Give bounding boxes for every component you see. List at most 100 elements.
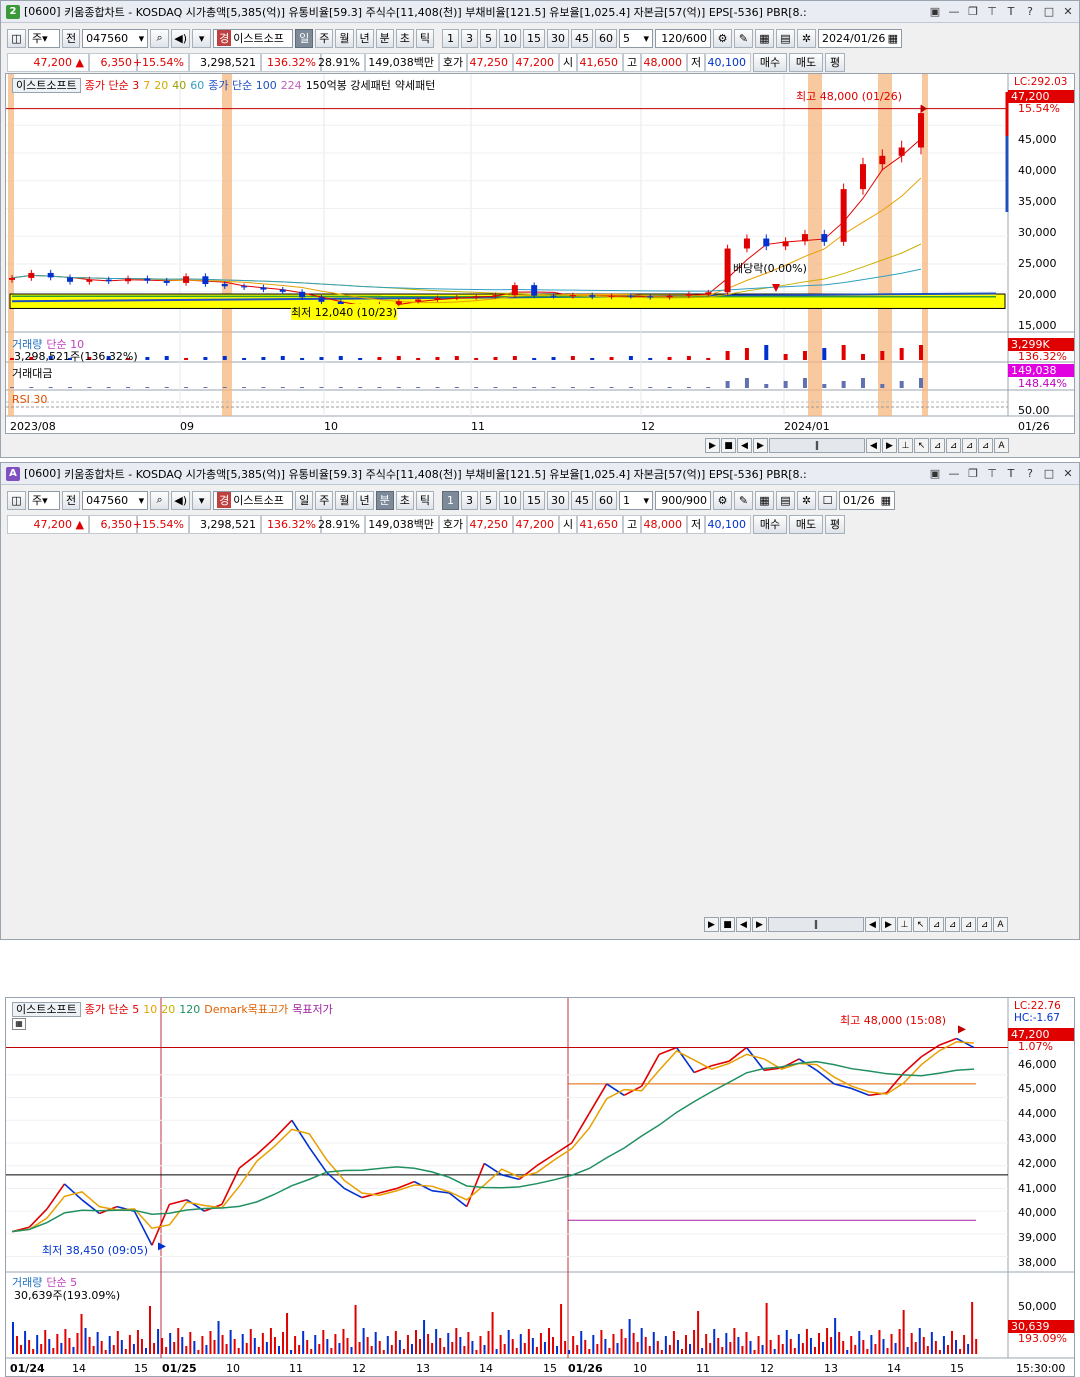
zoom-in-icon[interactable]: ▶ (882, 438, 897, 453)
avg-button[interactable]: 평 (825, 52, 845, 72)
tab-minute[interactable]: 분 (375, 490, 394, 510)
arrow-down-icon[interactable]: ▾ (192, 28, 212, 48)
interval-10[interactable]: 10 (499, 28, 521, 48)
settings-icon[interactable]: ⚙ (713, 490, 732, 510)
amount-label[interactable]: 거래대금 (12, 365, 52, 381)
daily-chart-area[interactable]: 이스트소프트 종가 단순 3 7 20 40 60 종가 단순 100 224 … (5, 73, 1075, 434)
gear-icon[interactable]: ✲ (797, 490, 816, 510)
scrollbar[interactable]: ‖ (769, 438, 865, 453)
help-icon[interactable]: ? (1023, 4, 1037, 19)
legend-ma[interactable]: 종가 단순 5 (85, 1001, 139, 1017)
pin-icon[interactable]: ⊤ (985, 4, 999, 19)
save-icon[interactable]: ▤ (776, 28, 795, 48)
tool-icon[interactable]: ⊿ (962, 438, 977, 453)
interval-30[interactable]: 30 (547, 28, 569, 48)
stock-code-input[interactable]: 047560 ▾ (82, 490, 149, 510)
stop-icon[interactable]: ■ (721, 438, 736, 453)
interval-3[interactable]: 3 (461, 28, 478, 48)
tab-month[interactable]: 월 (335, 490, 354, 510)
forward-icon[interactable]: ▶ (752, 917, 767, 932)
tab-tick[interactable]: 틱 (415, 490, 434, 510)
date-input[interactable]: 2024/01/26 ▦ (818, 28, 902, 48)
interval-1[interactable]: 1 (442, 490, 459, 510)
tab-week[interactable]: 주 (315, 490, 334, 510)
tab-day[interactable]: 일 (295, 28, 314, 48)
tab-year[interactable]: 년 (355, 490, 374, 510)
pin-icon[interactable]: ⊤ (985, 466, 999, 481)
tool-icon[interactable]: ↖ (913, 917, 928, 932)
tab-year[interactable]: 년 (355, 28, 374, 48)
gear-icon[interactable]: ✲ (797, 28, 816, 48)
restore-icon[interactable]: ❐ (966, 466, 980, 481)
tab-day[interactable]: 일 (295, 490, 314, 510)
font-size-icon[interactable]: A (993, 917, 1008, 932)
interval-10[interactable]: 10 (499, 490, 521, 510)
tab-second[interactable]: 초 (395, 490, 414, 510)
rewind-icon[interactable]: ◀ (737, 438, 752, 453)
minute-chart-area[interactable]: 이스트소프트 종가 단순 5 10 20 120 Demark목표고가 목표저가… (5, 997, 1075, 1377)
interval-60[interactable]: 60 (595, 28, 617, 48)
play-icon[interactable]: ▶ (705, 438, 720, 453)
interval-3[interactable]: 3 (461, 490, 478, 510)
zoom-in-icon[interactable]: ▶ (881, 917, 896, 932)
legend-demark-high[interactable]: Demark목표고가 (204, 1001, 288, 1017)
zoom-out-icon[interactable]: ◀ (865, 917, 880, 932)
font-size-icon[interactable]: A (994, 438, 1009, 453)
layout-icon[interactable]: ◫ (7, 28, 26, 48)
sound-icon[interactable]: ◀) (171, 490, 191, 510)
maximize-icon[interactable]: □ (1042, 4, 1056, 19)
minute-chart-svg[interactable] (6, 998, 1075, 1377)
sell-button[interactable]: 매도 (789, 514, 823, 534)
legend-ma[interactable]: 종가 단순 3 (85, 77, 139, 93)
tool-icon[interactable]: ⊿ (961, 917, 976, 932)
legend-ma20[interactable]: 20 (154, 79, 168, 92)
play-icon[interactable]: ▶ (704, 917, 719, 932)
scrollbar[interactable]: ‖ (768, 917, 864, 932)
window-badge[interactable]: A (6, 466, 20, 481)
tool-icon[interactable]: ⊥ (898, 438, 913, 453)
interval-5[interactable]: 5 (480, 490, 497, 510)
prev-button[interactable]: 전 (62, 490, 81, 510)
stock-name-field[interactable]: 경 이스트소프 (213, 490, 294, 510)
legend-ma60[interactable]: 60 (190, 79, 204, 92)
arrow-down-icon[interactable]: ▾ (192, 490, 212, 510)
minimize-icon[interactable]: — (947, 4, 961, 19)
tab-week[interactable]: 주 (315, 28, 334, 48)
legend-pattern-weak[interactable]: 약세패턴 (395, 77, 435, 93)
legend-stock-name[interactable]: 이스트소프트 (12, 77, 81, 93)
daily-chart-svg[interactable] (6, 74, 1075, 434)
legend-ma7[interactable]: 7 (143, 79, 150, 92)
legend-ma120[interactable]: 120 (179, 1003, 200, 1016)
interval-15[interactable]: 15 (523, 28, 545, 48)
legend-demark-low[interactable]: 목표저가 (292, 1001, 332, 1017)
forward-icon[interactable]: ▶ (753, 438, 768, 453)
count-input[interactable]: 120/600 (655, 28, 711, 48)
zoom-out-icon[interactable]: ◀ (866, 438, 881, 453)
interval-select[interactable]: 1 ▾ (619, 490, 653, 510)
minimize-icon[interactable]: — (947, 466, 961, 481)
legend-ma20[interactable]: 20 (161, 1003, 175, 1016)
interval-45[interactable]: 45 (571, 490, 593, 510)
checkbox[interactable]: ☐ (818, 490, 837, 510)
legend-ma10[interactable]: 10 (143, 1003, 157, 1016)
stop-icon[interactable]: ■ (720, 917, 735, 932)
text-icon[interactable]: T (1004, 466, 1018, 481)
window-badge[interactable]: 2 (6, 4, 20, 19)
tab-minute[interactable]: 분 (375, 28, 394, 48)
grid-icon[interactable]: ▦ (755, 28, 774, 48)
lock-icon[interactable]: ▣ (928, 4, 942, 19)
tool-icon[interactable]: ⊥ (897, 917, 912, 932)
stock-name-field[interactable]: 경 이스트소프 (213, 28, 294, 48)
buy-button[interactable]: 매수 (753, 52, 787, 72)
rewind-icon[interactable]: ◀ (736, 917, 751, 932)
tool-icon[interactable]: ⊿ (929, 917, 944, 932)
tool-icon[interactable]: ⊿ (946, 438, 961, 453)
legend-ma40[interactable]: 40 (172, 79, 186, 92)
interval-15[interactable]: 15 (523, 490, 545, 510)
tool-icon[interactable]: ⊿ (977, 917, 992, 932)
draw-icon[interactable]: ✎ (734, 490, 753, 510)
table-icon[interactable]: ▦ (12, 1018, 26, 1030)
settings-icon[interactable]: ⚙ (713, 28, 732, 48)
prev-button[interactable]: 전 (62, 28, 81, 48)
tab-second[interactable]: 초 (395, 28, 414, 48)
